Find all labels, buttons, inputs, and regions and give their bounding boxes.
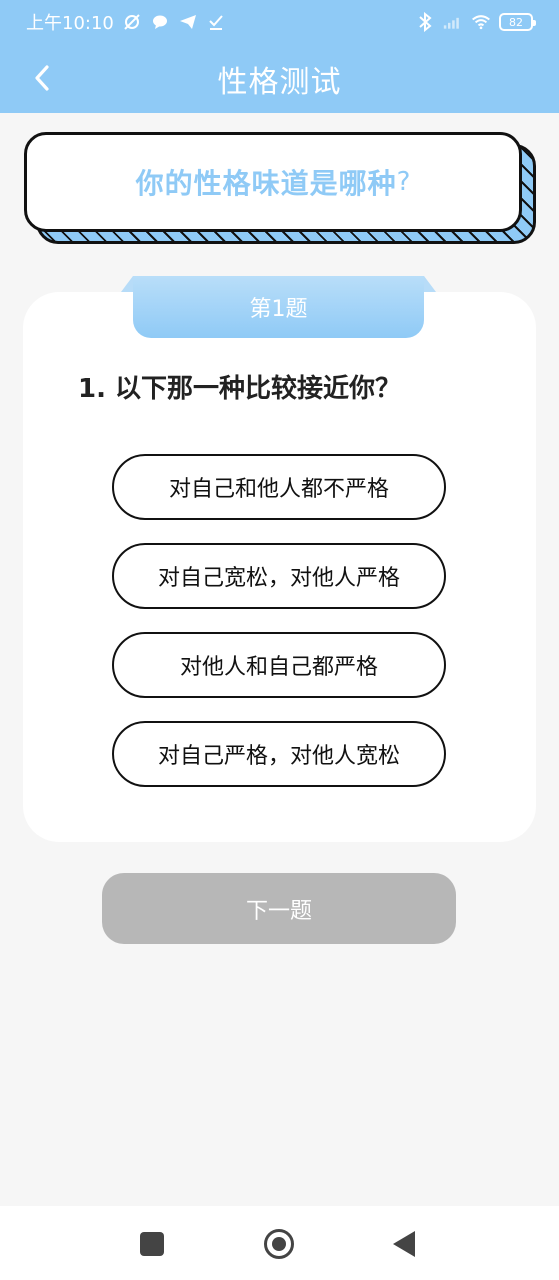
option-3[interactable]: 对他人和自己都严格: [112, 632, 446, 698]
next-question-button[interactable]: 下一题: [102, 873, 456, 944]
telegram-icon: [178, 12, 198, 32]
tab-wing-right: [424, 276, 436, 292]
back-button[interactable]: [22, 58, 62, 98]
option-1[interactable]: 对自己和他人都不严格: [112, 454, 446, 520]
chevron-left-icon: [35, 65, 49, 91]
recents-button[interactable]: [140, 1232, 164, 1256]
banner-question-mark: ?: [396, 167, 411, 197]
banner: 你的性格味道是哪种?: [24, 132, 522, 232]
battery-indicator: 82: [499, 13, 536, 31]
wifi-icon: [471, 12, 491, 32]
status-right: 82: [415, 12, 536, 32]
nav-bar: 性格测试: [0, 44, 559, 113]
system-back-button[interactable]: [393, 1231, 415, 1257]
home-dot-icon: [272, 1237, 286, 1251]
signal-icon: [443, 12, 463, 32]
tab-wing-left: [121, 276, 133, 292]
question-text: 1. 以下那一种比较接近你？: [78, 374, 402, 404]
home-button[interactable]: [264, 1229, 294, 1259]
mute-alarm-icon: [122, 12, 142, 32]
question-number-tab: 第1题: [133, 276, 424, 338]
header: 上午10:10 82 性格测试: [0, 0, 559, 113]
bluetooth-icon: [415, 12, 435, 32]
status-bar: 上午10:10 82: [0, 0, 559, 44]
chat-icon: [150, 12, 170, 32]
option-4[interactable]: 对自己严格，对他人宽松: [112, 721, 446, 787]
banner-title: 你的性格味道是哪种: [135, 167, 397, 200]
page-title: 性格测试: [217, 64, 342, 100]
download-done-icon: [206, 12, 226, 32]
status-time: 上午10:10: [26, 13, 114, 34]
option-2[interactable]: 对自己宽松，对他人严格: [112, 543, 446, 609]
status-left: 上午10:10: [26, 9, 226, 35]
